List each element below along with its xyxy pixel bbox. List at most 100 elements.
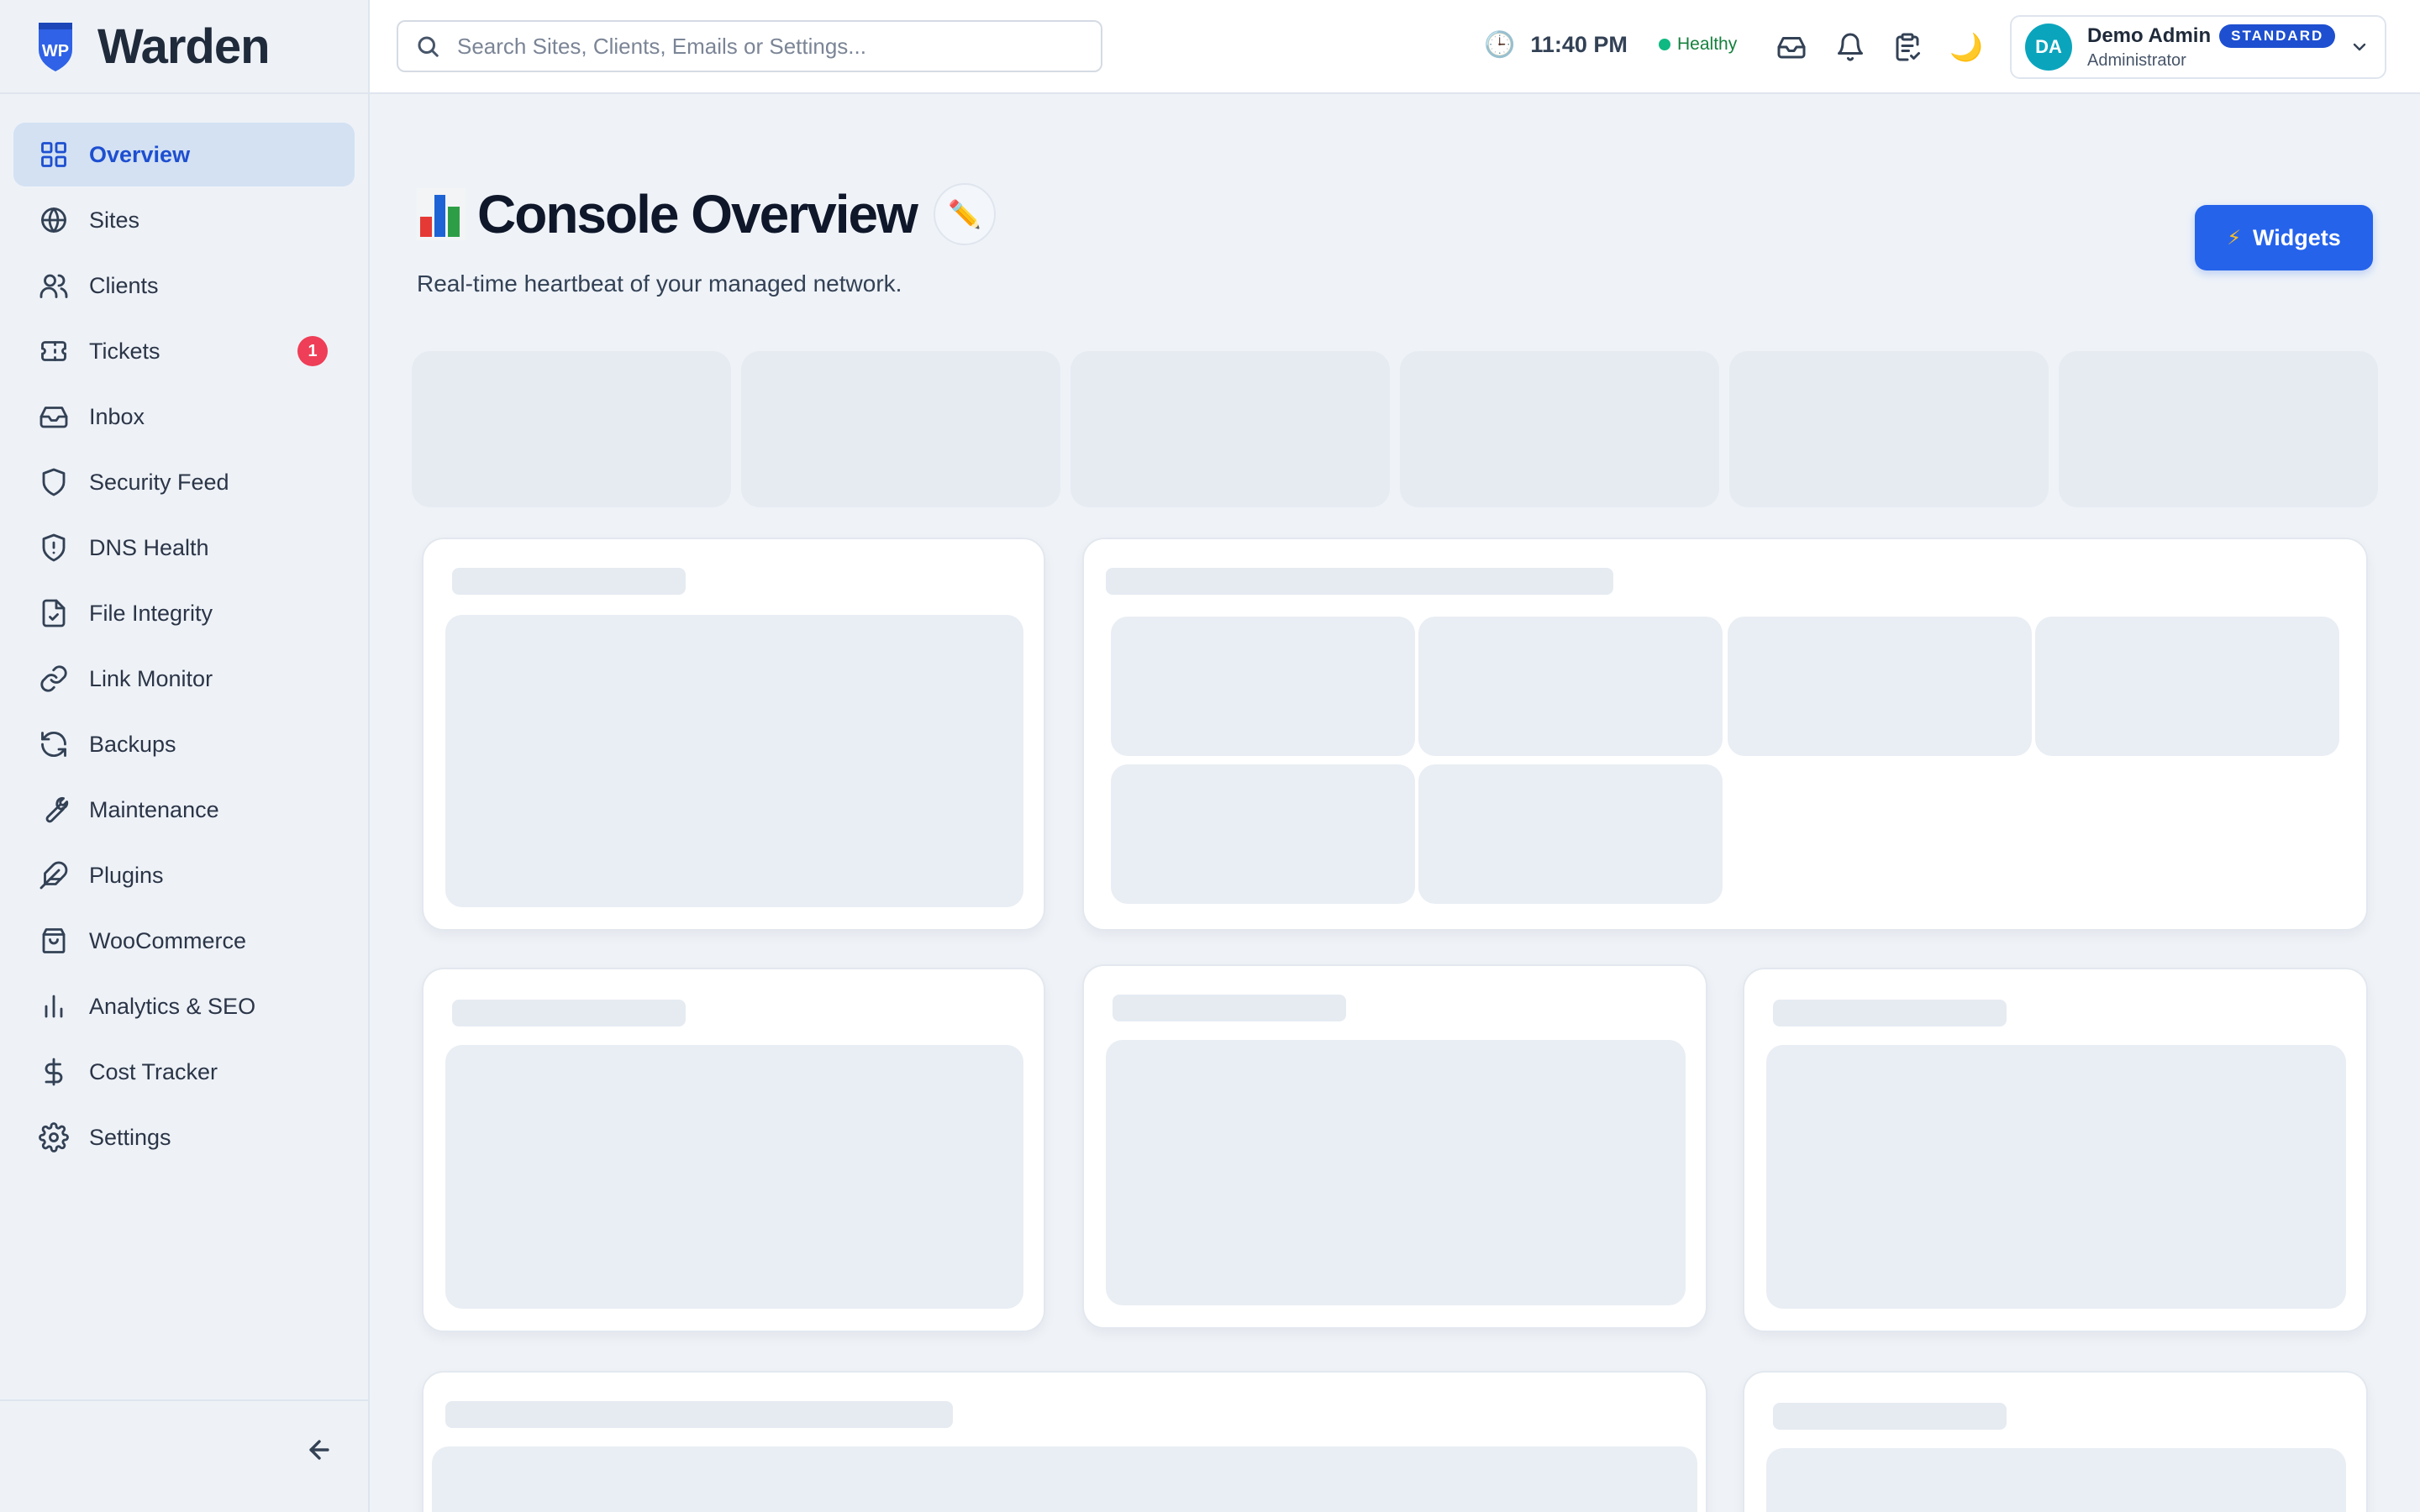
ticket-icon bbox=[39, 336, 69, 366]
search-icon bbox=[418, 36, 439, 57]
inbox-icon bbox=[1777, 37, 1806, 59]
sidebar-item-inbox[interactable]: Inbox bbox=[13, 385, 355, 449]
tickets-count-badge: 1 bbox=[297, 336, 328, 366]
notifications-button[interactable] bbox=[1833, 30, 1867, 64]
sidebar-item-settings[interactable]: Settings bbox=[13, 1105, 355, 1169]
health-dot-icon bbox=[1659, 39, 1670, 50]
user-menu[interactable]: DA Demo Admin STANDARD Administrator bbox=[2010, 15, 2386, 79]
wrench-icon bbox=[39, 795, 69, 825]
sidebar-item-label: Analytics & SEO bbox=[89, 993, 256, 1019]
sidebar-item-sites[interactable]: Sites bbox=[13, 188, 355, 252]
lightning-icon: ⚡ bbox=[2227, 226, 2242, 249]
skeleton-title bbox=[1113, 995, 1346, 1021]
skeleton-tile bbox=[1111, 617, 1415, 756]
skeleton-title bbox=[445, 1401, 953, 1428]
sidebar-item-label: Sites bbox=[89, 207, 140, 233]
clock-time: 11:40 PM bbox=[1530, 32, 1628, 57]
edit-title-button[interactable]: ✏️ bbox=[933, 183, 996, 245]
dollar-icon bbox=[39, 1057, 69, 1087]
skeleton-tile bbox=[2035, 617, 2339, 756]
brand-name: Warden bbox=[97, 18, 271, 74]
sidebar-item-label: Inbox bbox=[89, 403, 145, 429]
brand[interactable]: WP Warden bbox=[0, 0, 368, 94]
tasks-button[interactable] bbox=[1891, 30, 1924, 64]
skeleton-title bbox=[452, 1000, 686, 1026]
warden-logo-icon: WP bbox=[39, 23, 72, 71]
sidebar: WP Warden Overview Sites Clients Tickets… bbox=[0, 0, 370, 1512]
shield-icon bbox=[39, 467, 69, 497]
skeleton-tile bbox=[1418, 764, 1723, 904]
search-input[interactable] bbox=[457, 33, 1096, 60]
widget-card-skeleton bbox=[422, 1371, 1707, 1512]
pencil-icon: ✏️ bbox=[947, 199, 981, 229]
widgets-button[interactable]: ⚡ Widgets bbox=[2195, 205, 2373, 270]
sidebar-item-woocommerce[interactable]: WooCommerce bbox=[13, 909, 355, 973]
topbar: 🕒 11:40 PM Healthy 🌙 DA Demo Admin STAND… bbox=[370, 0, 2420, 94]
users-icon bbox=[39, 270, 69, 301]
skeleton-tile bbox=[1111, 764, 1415, 904]
sidebar-item-cost-tracker[interactable]: Cost Tracker bbox=[13, 1040, 355, 1104]
sidebar-item-label: Settings bbox=[89, 1124, 171, 1150]
sidebar-item-security-feed[interactable]: Security Feed bbox=[13, 450, 355, 514]
widget-card-skeleton bbox=[1082, 538, 2368, 931]
page-header: Console Overview ✏️ bbox=[417, 183, 996, 245]
globe-icon bbox=[39, 205, 69, 235]
health-status[interactable]: Healthy bbox=[1659, 34, 1737, 55]
skeleton-body bbox=[1766, 1045, 2346, 1309]
sidebar-item-link-monitor[interactable]: Link Monitor bbox=[13, 647, 355, 711]
chevron-down-icon bbox=[2349, 37, 2370, 57]
stat-card-skeleton bbox=[1071, 351, 1390, 507]
user-meta: Demo Admin STANDARD Administrator bbox=[2087, 24, 2336, 71]
stat-card-skeleton bbox=[412, 351, 731, 507]
sidebar-item-file-integrity[interactable]: File Integrity bbox=[13, 581, 355, 645]
stat-card-skeleton bbox=[1400, 351, 1719, 507]
sidebar-item-label: Tickets bbox=[89, 338, 160, 364]
sidebar-item-tickets[interactable]: Tickets 1 bbox=[13, 319, 355, 383]
widget-card-skeleton bbox=[422, 968, 1045, 1332]
widget-card-skeleton bbox=[1082, 964, 1707, 1329]
plan-badge: STANDARD bbox=[2219, 24, 2336, 48]
clock: 🕒 11:40 PM bbox=[1484, 30, 1628, 60]
sidebar-item-maintenance[interactable]: Maintenance bbox=[13, 778, 355, 842]
feather-icon bbox=[39, 860, 69, 890]
sidebar-item-label: Overview bbox=[89, 141, 191, 167]
widgets-button-label: Widgets bbox=[2253, 224, 2341, 250]
theme-toggle-button[interactable]: 🌙 bbox=[1949, 30, 1983, 64]
skeleton-body bbox=[432, 1446, 1697, 1512]
sidebar-item-clients[interactable]: Clients bbox=[13, 254, 355, 318]
skeleton-tile bbox=[1728, 617, 2032, 756]
sidebar-nav: Overview Sites Clients Tickets 1 Inbox S… bbox=[0, 94, 368, 1169]
widget-card-skeleton bbox=[422, 538, 1045, 931]
sidebar-item-label: File Integrity bbox=[89, 600, 213, 626]
health-status-label: Healthy bbox=[1677, 34, 1738, 54]
inbox-button[interactable] bbox=[1775, 30, 1808, 64]
sidebar-item-label: Backups bbox=[89, 731, 176, 757]
sidebar-item-label: Link Monitor bbox=[89, 665, 213, 691]
clipboard-icon bbox=[1896, 33, 1920, 61]
user-name: Demo Admin bbox=[2087, 24, 2212, 47]
clock-icon: 🕒 bbox=[1484, 31, 1516, 59]
sidebar-item-overview[interactable]: Overview bbox=[13, 123, 355, 186]
collapse-sidebar-button[interactable] bbox=[301, 1431, 338, 1468]
skeleton-title bbox=[452, 568, 686, 595]
skeleton-body bbox=[445, 615, 1023, 907]
refresh-icon bbox=[39, 729, 69, 759]
sidebar-footer bbox=[0, 1399, 368, 1512]
stat-card-skeleton bbox=[1729, 351, 2049, 507]
stat-card-skeleton bbox=[2059, 351, 2378, 507]
sidebar-item-label: DNS Health bbox=[89, 534, 209, 560]
shopping-bag-icon bbox=[39, 926, 69, 956]
skeleton-tile bbox=[1418, 617, 1723, 756]
sidebar-item-plugins[interactable]: Plugins bbox=[13, 843, 355, 907]
sidebar-item-dns-health[interactable]: DNS Health bbox=[13, 516, 355, 580]
sidebar-item-backups[interactable]: Backups bbox=[13, 712, 355, 776]
moon-icon: 🌙 bbox=[1949, 32, 1983, 62]
skeleton-body bbox=[445, 1045, 1023, 1309]
sidebar-item-label: Maintenance bbox=[89, 796, 219, 822]
search-box[interactable] bbox=[397, 20, 1102, 72]
skeleton-title bbox=[1773, 1403, 2007, 1430]
sidebar-item-analytics-seo[interactable]: Analytics & SEO bbox=[13, 974, 355, 1038]
gear-icon bbox=[39, 1122, 69, 1152]
skeleton-title bbox=[1773, 1000, 2007, 1026]
grid-icon bbox=[39, 139, 69, 170]
